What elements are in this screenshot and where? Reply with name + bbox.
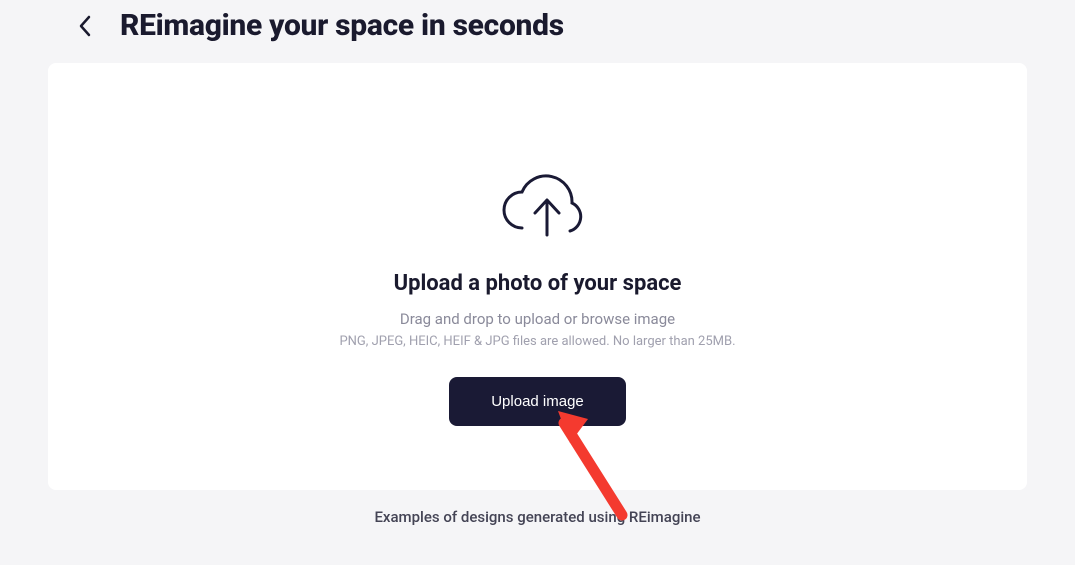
examples-caption: Examples of designs generated using REim… [0, 508, 1075, 526]
upload-image-button[interactable]: Upload image [449, 377, 626, 426]
cloud-upload-icon [492, 173, 584, 249]
page-header: REimagine your space in seconds [0, 0, 1075, 63]
upload-instruction: Drag and drop to upload or browse image [400, 310, 675, 328]
chevron-left-icon [78, 15, 92, 37]
upload-panel[interactable]: Upload a photo of your space Drag and dr… [48, 63, 1027, 490]
back-button[interactable] [78, 15, 92, 37]
page-title: REimagine your space in seconds [120, 8, 564, 43]
upload-heading: Upload a photo of your space [394, 271, 682, 296]
upload-file-hint: PNG, JPEG, HEIC, HEIF & JPG files are al… [339, 334, 735, 349]
